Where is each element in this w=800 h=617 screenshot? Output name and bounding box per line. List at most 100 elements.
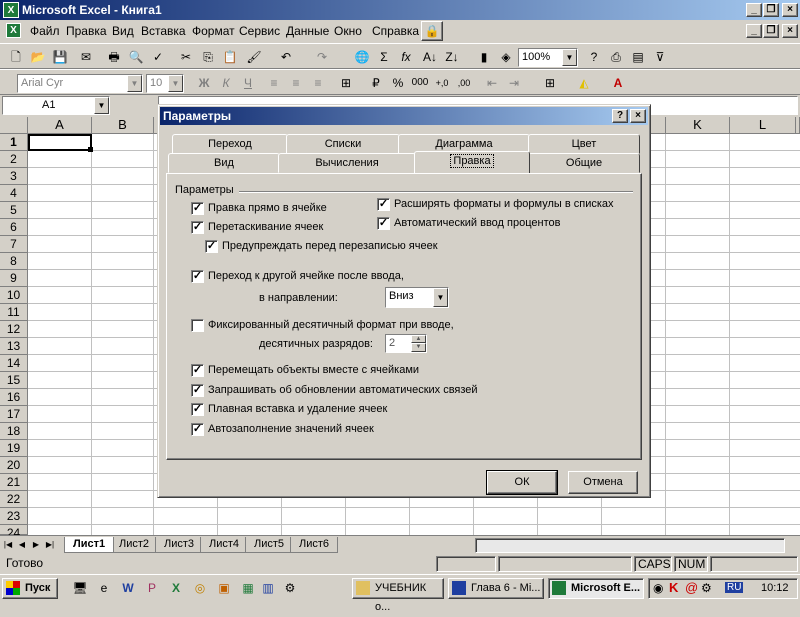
- redo-icon[interactable]: ↷: [312, 48, 332, 66]
- cancel-button[interactable]: Отмена: [568, 471, 638, 494]
- hyperlink-icon[interactable]: 🌐: [352, 48, 372, 66]
- mail-icon[interactable]: @: [685, 580, 698, 595]
- row-header[interactable]: 17: [0, 406, 28, 423]
- active-cell[interactable]: [28, 134, 92, 151]
- fill-color-icon[interactable]: ◭: [574, 74, 594, 92]
- row-header[interactable]: 8: [0, 253, 28, 270]
- row-header[interactable]: 2: [0, 151, 28, 168]
- prev-sheet-icon[interactable]: ◀: [16, 537, 28, 552]
- row-header[interactable]: 16: [0, 389, 28, 406]
- task-button[interactable]: УЧЕБНИК о...: [352, 578, 444, 613]
- name-box[interactable]: A1 ▼: [2, 96, 110, 115]
- chevron-down-icon[interactable]: ▼: [94, 97, 109, 114]
- checkbox-check-icon[interactable]: ✓: [377, 217, 390, 230]
- menu-window[interactable]: Окно: [334, 24, 362, 38]
- tab-general[interactable]: Общие: [528, 153, 640, 173]
- direction-select[interactable]: Вниз ▼: [385, 287, 449, 308]
- undo-icon[interactable]: ↶: [276, 48, 296, 66]
- autofilter-icon[interactable]: ▤: [628, 48, 648, 66]
- minimize-icon[interactable]: _: [746, 3, 762, 17]
- lock-icon[interactable]: 🔒: [421, 21, 443, 41]
- bold-button[interactable]: Ж: [194, 74, 214, 92]
- start-button[interactable]: Пуск: [2, 578, 58, 599]
- row-header[interactable]: 20: [0, 457, 28, 474]
- row-header[interactable]: 6: [0, 219, 28, 236]
- sheet-tab[interactable]: Лист2: [110, 537, 159, 553]
- select-all-corner[interactable]: [0, 117, 28, 134]
- sheet-tab[interactable]: Лист1: [64, 537, 115, 553]
- cut-icon[interactable]: ✂: [176, 48, 196, 66]
- font-size-combo[interactable]: 10 ▼: [146, 74, 184, 93]
- font-color-icon[interactable]: A: [608, 74, 628, 92]
- fill-handle[interactable]: [88, 147, 93, 152]
- last-sheet-icon[interactable]: ▶|: [44, 537, 56, 552]
- format-painter-icon[interactable]: 🖌: [244, 48, 264, 66]
- ok-button[interactable]: ОК: [486, 470, 558, 495]
- sound-icon[interactable]: ◉: [653, 581, 663, 595]
- chevron-down-icon[interactable]: ▼: [168, 75, 183, 92]
- dialog-title-bar[interactable]: Параметры ? ×: [160, 107, 648, 125]
- row-header[interactable]: 15: [0, 372, 28, 389]
- sheet-tab[interactable]: Лист6: [290, 537, 339, 553]
- align-center-icon[interactable]: ≡: [286, 74, 306, 92]
- quicklaunch-word-icon[interactable]: W: [118, 579, 138, 597]
- sheet-tab[interactable]: Лист3: [155, 537, 204, 553]
- column-header[interactable]: A: [28, 117, 92, 134]
- row-header[interactable]: 19: [0, 440, 28, 457]
- column-header[interactable]: B: [92, 117, 154, 134]
- tab-transition[interactable]: Переход: [172, 134, 288, 154]
- new-icon[interactable]: 🗋: [6, 48, 26, 66]
- chevron-down-icon[interactable]: ▼: [562, 49, 577, 66]
- checkbox-check-icon[interactable]: ✓: [377, 198, 390, 211]
- network-icon[interactable]: ⚙: [701, 581, 712, 595]
- checkbox-check-icon[interactable]: ✓: [191, 364, 204, 377]
- row-header[interactable]: 22: [0, 491, 28, 508]
- quicklaunch-excel-icon[interactable]: X: [166, 579, 186, 597]
- merge-center-icon[interactable]: ⊞: [336, 74, 356, 92]
- print-icon[interactable]: 🖶: [104, 48, 124, 66]
- drawing-icon[interactable]: ◈: [496, 48, 516, 66]
- restore-icon[interactable]: ❐: [763, 3, 779, 17]
- print-preview-icon[interactable]: 🔍: [126, 48, 146, 66]
- row-header[interactable]: 18: [0, 423, 28, 440]
- quicklaunch-access-icon[interactable]: ▦: [238, 579, 258, 597]
- borders-icon[interactable]: ⊞: [540, 74, 560, 92]
- chart-wizard-icon[interactable]: ▮: [474, 48, 494, 66]
- checkbox-check-icon[interactable]: ✓: [191, 202, 204, 215]
- row-header[interactable]: 23: [0, 508, 28, 525]
- column-header[interactable]: K: [666, 117, 730, 134]
- tab-color[interactable]: Цвет: [528, 134, 640, 154]
- align-right-icon[interactable]: ≡: [308, 74, 328, 92]
- italic-button[interactable]: К: [216, 74, 236, 92]
- row-header[interactable]: 24: [0, 525, 28, 535]
- sheet-tab[interactable]: Лист4: [200, 537, 249, 553]
- checkbox-check-icon[interactable]: ✓: [191, 423, 204, 436]
- quicklaunch-desktop-icon[interactable]: 🖥: [70, 579, 90, 597]
- row-header[interactable]: 21: [0, 474, 28, 491]
- row-header[interactable]: 3: [0, 168, 28, 185]
- chevron-down-icon[interactable]: ▼: [127, 75, 142, 92]
- doc-restore-icon[interactable]: ❐: [763, 24, 779, 38]
- decrease-indent-icon[interactable]: ⇤: [482, 74, 502, 92]
- quicklaunch-ie-icon[interactable]: e: [94, 579, 114, 597]
- checkbox-check-icon[interactable]: ✓: [205, 240, 218, 253]
- task-button[interactable]: Глава 6 - Mi...: [448, 578, 544, 599]
- row-header[interactable]: 5: [0, 202, 28, 219]
- workbook-icon[interactable]: X: [6, 23, 21, 38]
- open-icon[interactable]: 📂: [28, 48, 48, 66]
- language-indicator[interactable]: RU: [725, 582, 744, 593]
- percent-button[interactable]: %: [388, 74, 408, 92]
- attach-icon[interactable]: ⎙: [606, 48, 626, 66]
- menu-tools[interactable]: Сервис: [239, 24, 280, 38]
- increase-indent-icon[interactable]: ⇥: [504, 74, 524, 92]
- row-header[interactable]: 12: [0, 321, 28, 338]
- underline-button[interactable]: Ч: [238, 74, 258, 92]
- antivirus-icon[interactable]: K: [669, 580, 678, 595]
- chevron-down-icon[interactable]: ▼: [433, 288, 448, 307]
- doc-minimize-icon[interactable]: _: [746, 24, 762, 38]
- doc-close-icon[interactable]: ×: [782, 24, 798, 38]
- dialog-help-button[interactable]: ?: [612, 109, 628, 123]
- menu-help[interactable]: Справка: [372, 24, 419, 38]
- quicklaunch-powerpoint-icon[interactable]: ▣: [214, 579, 234, 597]
- permission-icon[interactable]: ✉: [76, 48, 96, 66]
